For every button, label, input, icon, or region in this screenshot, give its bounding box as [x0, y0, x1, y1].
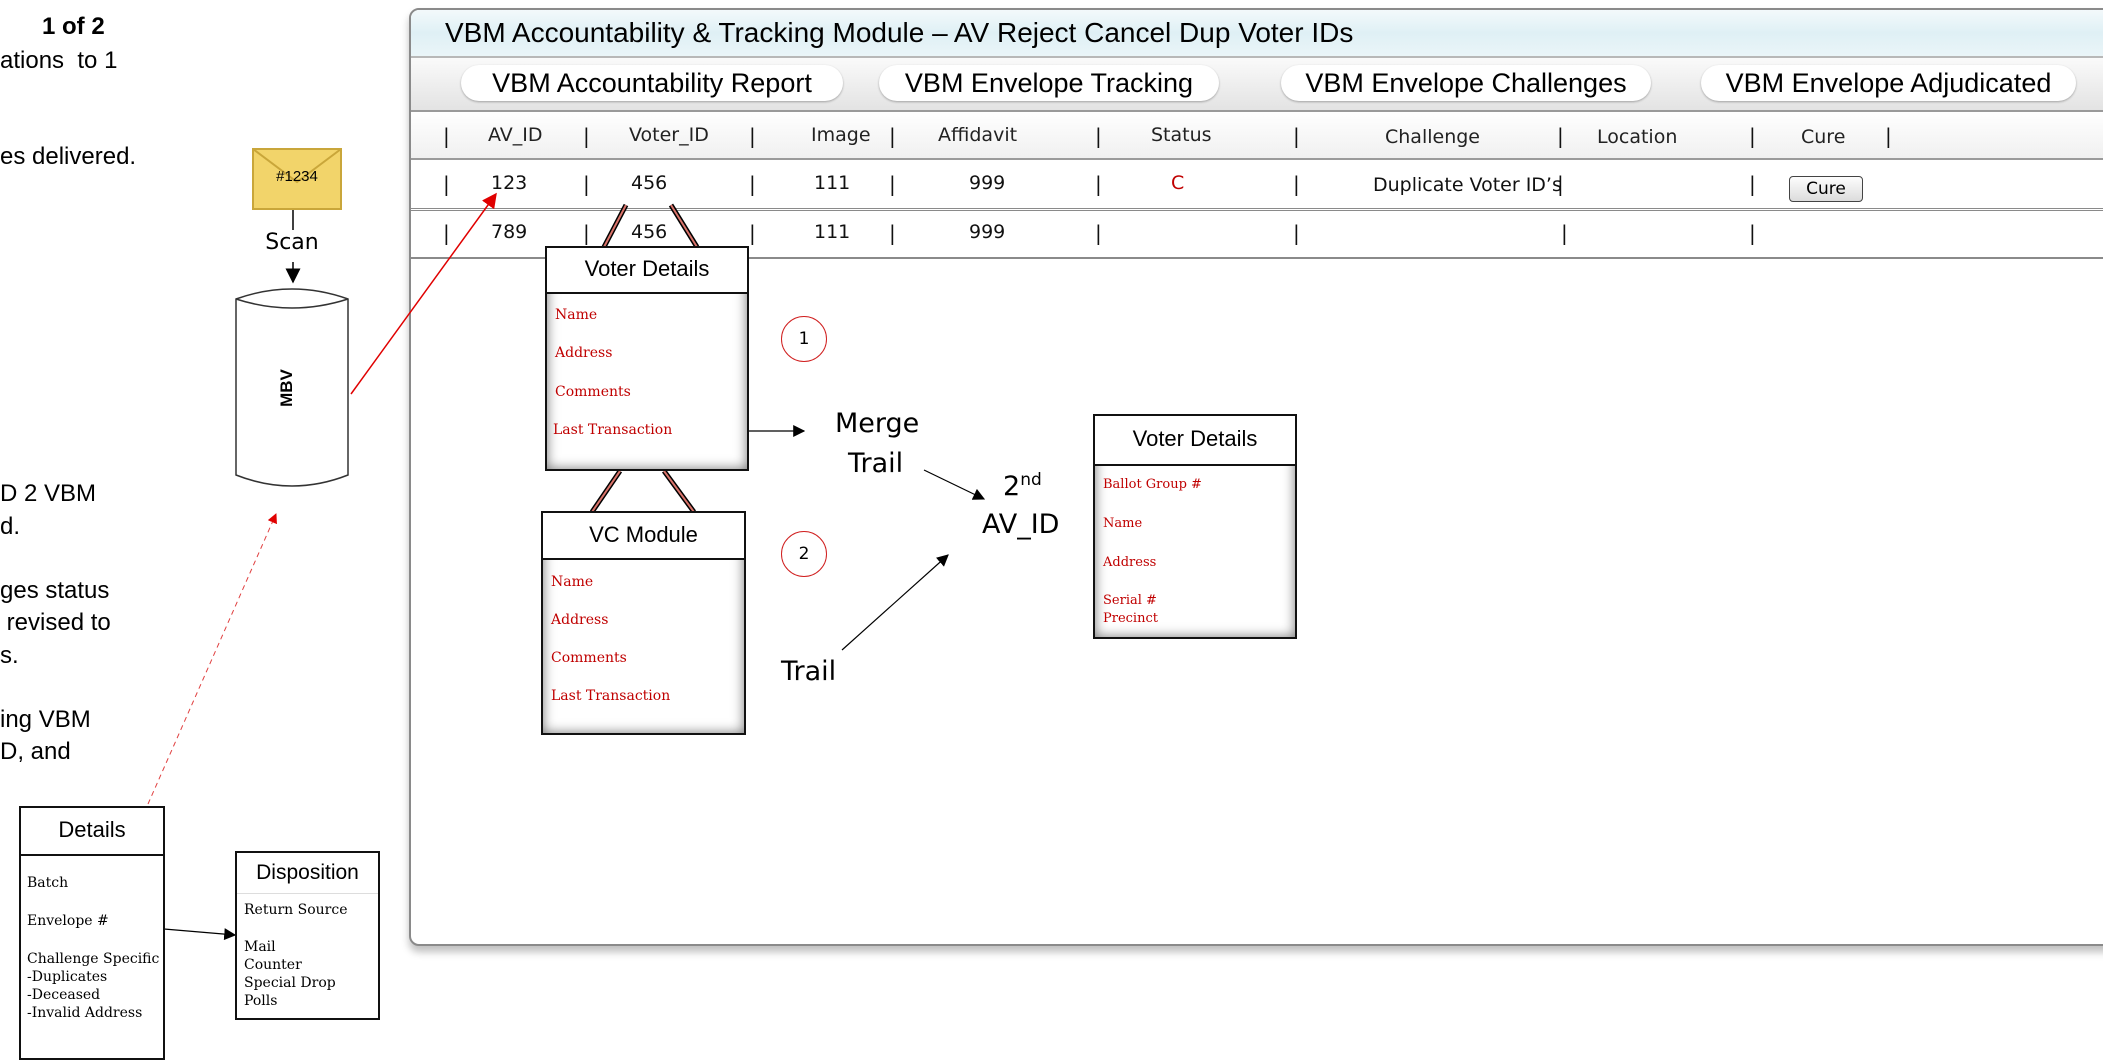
field-comments: Comments [551, 650, 627, 666]
step-marker: 2 [781, 531, 827, 577]
field-envelope-number: Envelope # [27, 913, 109, 929]
voter-details-panel: Voter Details Name Address Comments Last… [545, 246, 749, 471]
field-address: Address [1103, 555, 1157, 570]
second-number: 2 [1003, 471, 1021, 502]
field-name: Name [1103, 516, 1143, 531]
field-return-source: Return Source [244, 902, 348, 918]
field-ballot-group: Ballot Group # [1103, 477, 1202, 492]
field-address: Address [551, 612, 609, 628]
field-name: Name [555, 307, 598, 323]
field-last-transaction: Last Transaction [551, 688, 671, 704]
voter-details-panel-2: Voter Details Ballot Group # Name Addres… [1093, 414, 1297, 639]
panel-title: Voter Details [1095, 416, 1295, 466]
field-address: Address [555, 345, 613, 361]
details-panel: Details Batch Envelope # Challenge Speci… [19, 806, 165, 1060]
field-batch: Batch [27, 875, 69, 891]
disposition-panel: Disposition Return Source Mail Counter S… [235, 851, 380, 1020]
second-av-id-label: 2nd [1003, 470, 1042, 502]
step-marker: 1 [781, 316, 827, 362]
panel-title: VC Module [543, 513, 744, 560]
field-comments: Comments [555, 384, 631, 400]
field-sources-list: Mail Counter Special Drop Polls [244, 939, 336, 1009]
vc-module-panel: VC Module Name Address Comments Last Tra… [541, 511, 746, 735]
panel-title: Details [21, 808, 163, 856]
merge-label: Merge [835, 408, 920, 439]
panel-title: Disposition [237, 853, 378, 894]
field-last-transaction: Last Transaction [553, 422, 673, 438]
field-name: Name [551, 574, 594, 590]
av-id-label: AV_ID [982, 509, 1060, 540]
trail-label: Trail [781, 656, 837, 687]
merge-trail-label: Trail [848, 448, 904, 479]
second-suffix: nd [1020, 470, 1042, 490]
field-serial-precinct: Serial # Precinct [1103, 593, 1158, 626]
field-challenge-specific: Challenge Specific -Duplicates -Deceased… [27, 951, 160, 1021]
panel-title: Voter Details [547, 248, 747, 294]
